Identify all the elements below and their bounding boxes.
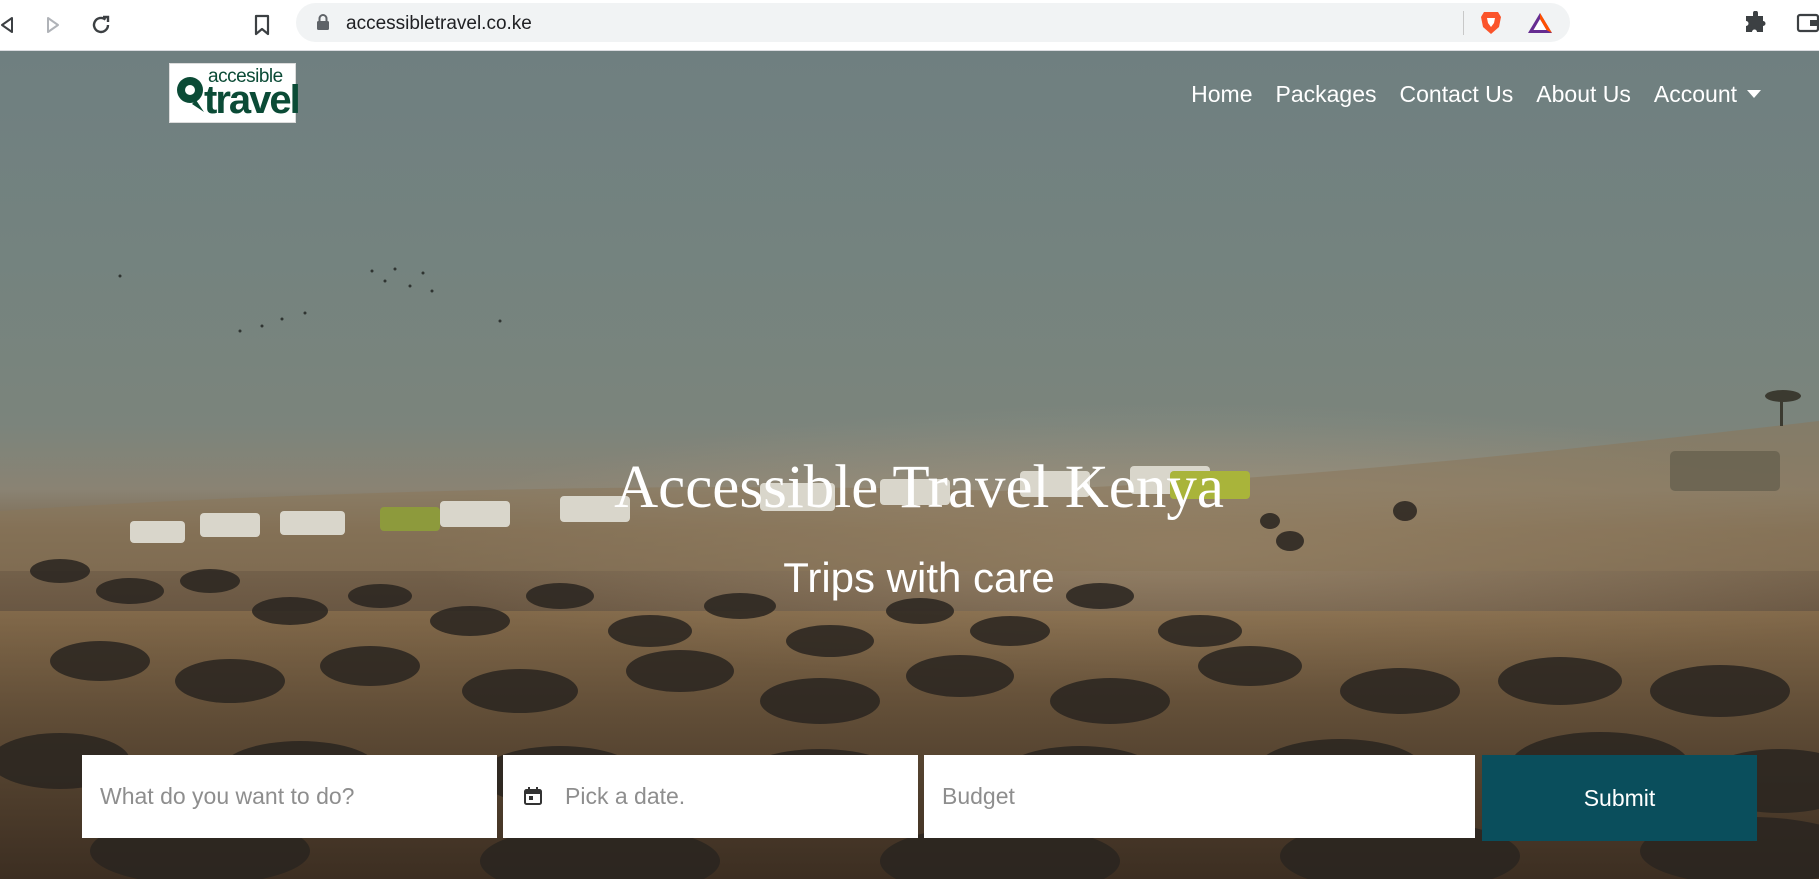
brave-rewards-icon[interactable] [1526,11,1554,40]
address-bar[interactable]: accessibletravel.co.ke [296,3,1570,42]
account-label: Account [1653,81,1737,107]
main-nav: Home Packages Contact Us About Us Accoun… [1191,81,1761,108]
nav-link-packages[interactable]: Packages [1276,81,1377,108]
bookmark-icon[interactable] [247,10,277,40]
wallet-icon[interactable] [1796,12,1819,39]
nav-link-about[interactable]: About Us [1536,81,1631,108]
extensions-icon[interactable] [1744,10,1768,40]
nav-link-home[interactable]: Home [1191,81,1252,108]
hero-title: Accessible Travel Kenya [614,454,1224,521]
reload-icon[interactable] [86,10,116,40]
brave-shields-icon[interactable] [1479,10,1503,41]
submit-button[interactable]: Submit [1482,755,1757,841]
budget-input[interactable] [924,755,1475,838]
calendar-icon [523,786,543,811]
logo-text-big: travel [204,78,301,122]
caret-down-icon [1747,90,1761,98]
map-pin-icon [174,74,208,119]
hero-subtitle: Trips with care [783,554,1055,601]
address-divider [1463,11,1464,35]
activity-input[interactable] [82,755,497,838]
nav-link-contact[interactable]: Contact Us [1400,81,1514,108]
lock-icon [316,14,330,36]
site-logo[interactable]: accesible travel [169,63,301,123]
date-picker-field[interactable] [503,755,918,838]
url-text[interactable]: accessibletravel.co.ke [346,13,532,35]
nav-dropdown-account[interactable]: Account [1654,81,1761,108]
date-input[interactable] [563,755,913,838]
back-icon[interactable] [0,10,22,40]
browser-toolbar: accessibletravel.co.ke [0,0,1819,51]
hero-section: accesible travel Home Packages Contact U… [0,51,1819,879]
forward-icon[interactable] [38,10,68,40]
